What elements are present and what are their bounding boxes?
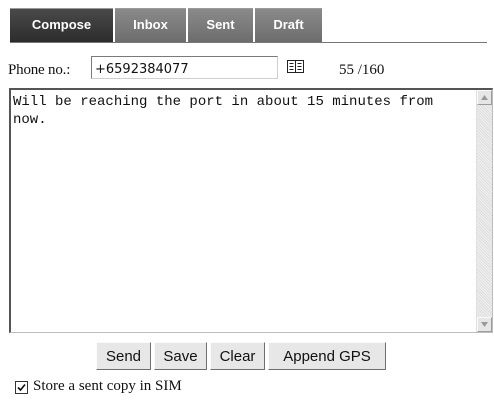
character-counter: 55 /160 (339, 62, 385, 78)
address-book-icon[interactable] (287, 60, 304, 73)
tab-draft[interactable]: Draft (255, 8, 322, 43)
send-button[interactable]: Send (96, 342, 151, 370)
scroll-up-button[interactable] (477, 90, 492, 105)
tab-sent[interactable]: Sent (188, 8, 253, 43)
phone-number-input[interactable] (91, 56, 278, 79)
clear-button[interactable]: Clear (210, 342, 265, 370)
message-textarea[interactable]: Will be reaching the port in about 15 mi… (9, 88, 493, 333)
tab-divider (10, 42, 487, 43)
arrow-up-icon (481, 95, 488, 100)
tab-compose[interactable]: Compose (10, 8, 113, 43)
phone-label: Phone no.: (8, 62, 71, 78)
message-text[interactable]: Will be reaching the port in about 15 mi… (13, 93, 475, 129)
tab-bar: Compose Inbox Sent Draft (10, 8, 324, 43)
store-copy-checkbox[interactable] (15, 381, 28, 394)
checkmark-icon (17, 383, 26, 392)
scroll-down-button[interactable] (477, 317, 492, 332)
vertical-scrollbar[interactable] (476, 90, 492, 332)
append-gps-button[interactable]: Append GPS (268, 342, 386, 370)
arrow-down-icon (481, 322, 488, 327)
tab-inbox[interactable]: Inbox (115, 8, 186, 43)
sms-compose-panel: Compose Inbox Sent Draft Phone no.: 55 /… (0, 0, 494, 400)
save-button[interactable]: Save (154, 342, 207, 370)
store-copy-label: Store a sent copy in SIM (33, 378, 182, 394)
